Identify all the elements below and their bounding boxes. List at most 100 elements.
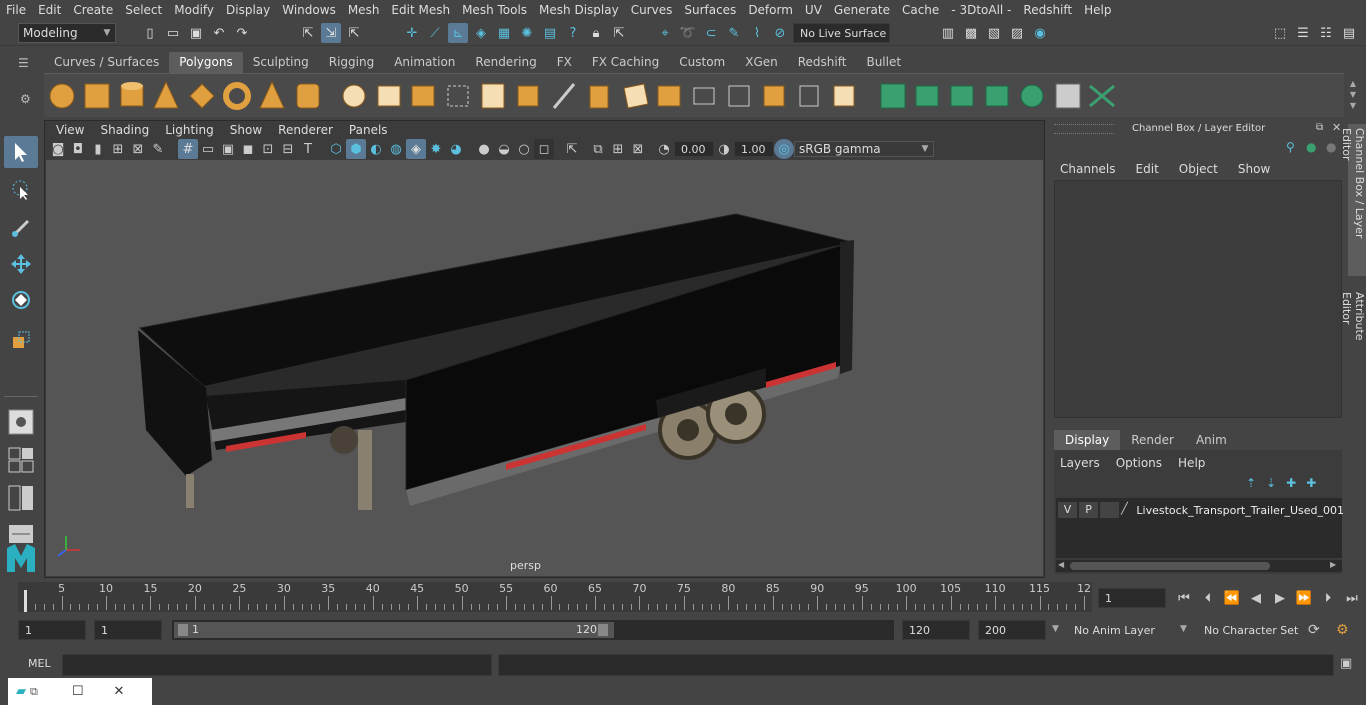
- anim-layer-dropdown[interactable]: No Anim Layer: [1066, 620, 1170, 640]
- character-set-dropdown[interactable]: No Character Set: [1196, 620, 1300, 640]
- textured-icon[interactable]: ◍: [386, 139, 406, 159]
- layer-color-icon[interactable]: ╱: [1121, 502, 1134, 518]
- frame-all-icon[interactable]: ⧉: [588, 139, 608, 159]
- layer-playback-toggle[interactable]: P: [1079, 502, 1099, 518]
- step-forward-icon[interactable]: ⏵: [1318, 588, 1338, 608]
- chevron-down-icon[interactable]: ▼: [1180, 624, 1187, 634]
- menu-surfaces[interactable]: Surfaces: [678, 0, 742, 20]
- ipr-render-icon[interactable]: ▧: [984, 23, 1004, 43]
- select-hierarchy-icon[interactable]: ⇱: [298, 23, 318, 43]
- snap-view-icon[interactable]: ◈: [471, 23, 491, 43]
- lights-icon[interactable]: ✸: [426, 139, 446, 159]
- menu-uv[interactable]: UV: [799, 0, 828, 20]
- scroll-thumb[interactable]: [1070, 562, 1270, 570]
- paint-icon[interactable]: ✎: [724, 23, 744, 43]
- play-back-icon[interactable]: ◀: [1246, 588, 1266, 608]
- exposure-field[interactable]: 0.00: [674, 141, 714, 157]
- channel-menu-edit[interactable]: Edit: [1136, 162, 1159, 176]
- save-scene-icon[interactable]: ▣: [186, 23, 206, 43]
- shelf-tab-rigging[interactable]: Rigging: [319, 52, 384, 73]
- menu-modify[interactable]: Modify: [168, 0, 220, 20]
- menu-windows[interactable]: Windows: [276, 0, 342, 20]
- step-back-icon[interactable]: ⏴: [1198, 588, 1218, 608]
- rotate-tool-icon[interactable]: [4, 284, 38, 316]
- gamma-field[interactable]: 1.00: [734, 141, 774, 157]
- new-layer-selected-icon[interactable]: ✚: [1306, 476, 1316, 490]
- wire-on-shaded-icon[interactable]: ◐: [366, 139, 386, 159]
- shelf-tab-xgen[interactable]: XGen: [735, 52, 788, 73]
- lasso-icon[interactable]: ➰: [678, 23, 698, 43]
- grid-icon[interactable]: #: [178, 139, 198, 159]
- shelf-tab-redshift[interactable]: Redshift: [788, 52, 857, 73]
- layout-two-pane-icon[interactable]: [4, 482, 38, 514]
- shelf-tab-custom[interactable]: Custom: [669, 52, 735, 73]
- go-to-start-icon[interactable]: ⏮: [1174, 588, 1194, 608]
- camera-icon[interactable]: ◙: [48, 139, 68, 159]
- shadows-icon[interactable]: ◕: [446, 139, 466, 159]
- menu-3dtoall[interactable]: - 3DtoAll -: [945, 0, 1017, 20]
- chevron-down-icon[interactable]: ▼: [1052, 624, 1059, 634]
- shelf-tab-polygons[interactable]: Polygons: [169, 52, 243, 73]
- soft-select-icon[interactable]: ⊘: [770, 23, 790, 43]
- snap-surface-icon[interactable]: ▦: [494, 23, 514, 43]
- anti-alias-icon[interactable]: ○: [514, 139, 534, 159]
- command-input[interactable]: [62, 654, 492, 676]
- depth-of-field-icon[interactable]: ◻: [534, 139, 554, 159]
- viewport-menu-show[interactable]: Show: [222, 122, 270, 138]
- color-space-dropdown[interactable]: sRGB gamma ▼: [794, 141, 934, 157]
- viewport-menu-lighting[interactable]: Lighting: [157, 122, 222, 138]
- script-editor-icon[interactable]: ▣: [1340, 656, 1352, 671]
- maya-app-icon[interactable]: ▰: [16, 684, 26, 699]
- channel-menu-show[interactable]: Show: [1238, 162, 1270, 176]
- current-time-indicator[interactable]: [24, 590, 27, 612]
- shelf-tab-fx[interactable]: FX: [547, 52, 582, 73]
- layer-menu-options[interactable]: Options: [1116, 456, 1162, 470]
- restore-icon[interactable]: ⧉: [30, 685, 38, 699]
- shelf-scroll[interactable]: ▲ ▼ ▼: [1347, 78, 1359, 112]
- tool-settings-icon[interactable]: ▤: [1339, 23, 1359, 43]
- range-slider-track[interactable]: 1 120: [172, 620, 894, 640]
- open-scene-icon[interactable]: ▭: [163, 23, 183, 43]
- go-to-end-icon[interactable]: ⏭: [1342, 588, 1362, 608]
- wireframe-icon[interactable]: ⬡: [326, 139, 346, 159]
- anim-prefs-icon[interactable]: ⚙: [1336, 622, 1349, 638]
- symmetry-icon[interactable]: ⌇: [747, 23, 767, 43]
- gate-icon[interactable]: ⊠: [128, 139, 148, 159]
- menu-mesh-tools[interactable]: Mesh Tools: [456, 0, 533, 20]
- command-language-label[interactable]: MEL: [28, 657, 51, 670]
- pointer-icon[interactable]: ⇱: [609, 23, 629, 43]
- channel-box-icon[interactable]: ☷: [1316, 23, 1336, 43]
- motion-blur-icon[interactable]: ◒: [494, 139, 514, 159]
- snap-curve-icon[interactable]: ⟋: [425, 23, 445, 43]
- status-dot-icon[interactable]: ●: [1306, 140, 1316, 154]
- resolution-gate-icon[interactable]: ▣: [218, 139, 238, 159]
- menu-curves[interactable]: Curves: [625, 0, 679, 20]
- panel-grip[interactable]: [1054, 124, 1114, 134]
- layer-display-type[interactable]: [1100, 502, 1120, 518]
- layer-hscroll[interactable]: ◀ ▶: [1056, 560, 1342, 572]
- undo-icon[interactable]: ↶: [209, 23, 229, 43]
- menu-deform[interactable]: Deform: [742, 0, 799, 20]
- shelf-tab-curves-surfaces[interactable]: Curves / Surfaces: [44, 52, 169, 73]
- move-layer-up-icon[interactable]: ⇡: [1246, 476, 1256, 490]
- menu-edit[interactable]: Edit: [32, 0, 67, 20]
- select-component-icon[interactable]: ⇱: [344, 23, 364, 43]
- shelf-tab-bullet[interactable]: Bullet: [856, 52, 911, 73]
- move-tool-icon[interactable]: [4, 248, 38, 280]
- exposure-icon[interactable]: ◔: [654, 139, 674, 159]
- viewport-menu-view[interactable]: View: [48, 122, 92, 138]
- snap-live-icon[interactable]: ✺: [517, 23, 537, 43]
- safe-title-icon[interactable]: T: [298, 139, 318, 159]
- shelf-tab-animation[interactable]: Animation: [384, 52, 465, 73]
- menu-select[interactable]: Select: [119, 0, 168, 20]
- shelf-tab-sculpting[interactable]: Sculpting: [243, 52, 319, 73]
- snap-point-icon[interactable]: ⊾: [448, 23, 468, 43]
- film-gate-icon[interactable]: ▭: [198, 139, 218, 159]
- current-frame-field[interactable]: 1: [1098, 588, 1166, 608]
- select-tool-icon[interactable]: [4, 136, 38, 168]
- new-scene-icon[interactable]: ▯: [140, 23, 160, 43]
- input-ops-icon[interactable]: ⌖: [655, 23, 675, 43]
- layer-menu-help[interactable]: Help: [1178, 456, 1205, 470]
- scroll-right-icon[interactable]: ▶: [1330, 560, 1336, 569]
- render-frame-icon[interactable]: ▩: [961, 23, 981, 43]
